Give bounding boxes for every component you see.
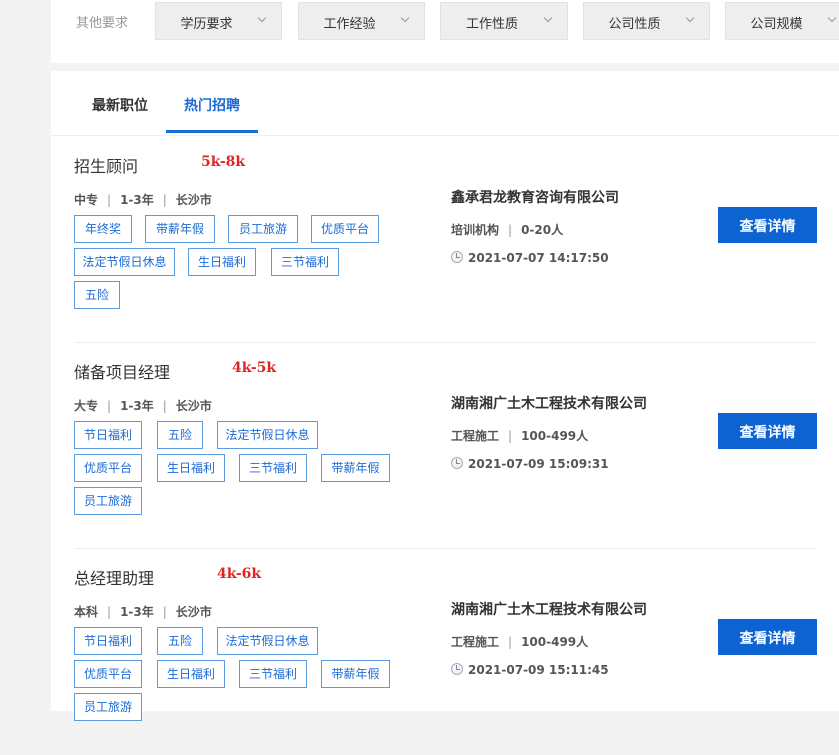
job-city: 长沙市 [175, 605, 212, 619]
view-details-button[interactable]: 查看详情 [718, 619, 817, 655]
dropdown-label: 公司规模 [750, 17, 803, 32]
company-name[interactable]: 鑫承君龙教育咨询有限公司 [451, 187, 619, 207]
benefit-tag: 三节福利 [239, 454, 307, 482]
job-item: 总经理助理 4k-6k 本科 | 1-3年 | 长沙市 节日福利 五险 法定节假日休息 … [51, 549, 839, 755]
company-industry: 培训机构 [451, 223, 500, 237]
chevron-down-icon [543, 13, 553, 23]
dropdown-label: 公司性质 [608, 17, 661, 32]
benefit-tag: 带薪年假 [321, 660, 390, 688]
tab-bar: 最新职位 热门招聘 [51, 71, 839, 136]
benefit-tag: 法定节假日休息 [74, 248, 175, 276]
company-meta: 工程施工 | 100-499人 [451, 635, 589, 649]
benefit-tag: 生日福利 [157, 454, 225, 482]
benefit-tag: 优质平台 [74, 454, 142, 482]
filter-bar: 其他要求 学历要求 工作经验 工作性质 公司性质 公司规模 [51, 0, 839, 63]
benefit-tag: 员工旅游 [74, 487, 142, 515]
company-name[interactable]: 湖南湘广土木工程技术有限公司 [451, 393, 647, 413]
job-salary: 5k-8k [201, 154, 246, 170]
benefit-tag: 五险 [74, 281, 120, 309]
job-salary: 4k-5k [232, 360, 277, 376]
job-title[interactable]: 储备项目经理 [74, 359, 170, 383]
benefit-tag: 优质平台 [74, 660, 142, 688]
company-size: 0-20人 [521, 223, 564, 237]
job-item: 储备项目经理 4k-5k 大专 | 1-3年 | 长沙市 节日福利 五险 法定节假日休息… [51, 343, 839, 549]
company-size: 100-499人 [521, 635, 589, 649]
job-education: 大专 [74, 399, 99, 413]
job-city: 长沙市 [175, 399, 212, 413]
job-experience: 1-3年 [120, 605, 154, 619]
benefit-tag: 三节福利 [239, 660, 307, 688]
benefit-tag: 三节福利 [271, 248, 339, 276]
company-industry: 工程施工 [451, 429, 500, 443]
job-title[interactable]: 招生顾问 [74, 153, 138, 177]
chevron-down-icon [827, 13, 837, 23]
job-meta: 本科 | 1-3年 | 长沙市 [74, 605, 212, 619]
benefit-tag: 法定节假日休息 [217, 421, 318, 449]
job-salary: 4k-6k [217, 566, 262, 582]
dropdown-education[interactable]: 学历要求 [155, 2, 282, 40]
chevron-down-icon [685, 13, 695, 23]
view-details-button[interactable]: 查看详情 [718, 413, 817, 449]
benefit-tag: 员工旅游 [74, 693, 142, 721]
benefit-tag: 生日福利 [157, 660, 225, 688]
clock-icon [451, 457, 463, 469]
job-meta: 大专 | 1-3年 | 长沙市 [74, 399, 212, 413]
benefit-tag: 优质平台 [311, 215, 379, 243]
post-time-text: 2021-07-09 15:11:45 [468, 663, 609, 677]
dropdown-job-type[interactable]: 工作性质 [440, 2, 568, 40]
post-time-text: 2021-07-09 15:09:31 [468, 457, 609, 471]
dropdown-experience[interactable]: 工作经验 [298, 2, 425, 40]
tab-hot-jobs[interactable]: 热门招聘 [184, 95, 240, 115]
dropdown-company-size[interactable]: 公司规模 [725, 2, 839, 40]
job-education: 中专 [74, 193, 99, 207]
view-details-button[interactable]: 查看详情 [718, 207, 817, 243]
chevron-down-icon [400, 13, 410, 23]
company-meta: 工程施工 | 100-499人 [451, 429, 589, 443]
benefit-tag: 五险 [157, 421, 203, 449]
benefit-tag: 五险 [157, 627, 203, 655]
benefit-tag: 法定节假日休息 [217, 627, 318, 655]
post-time: 2021-07-09 15:11:45 [451, 663, 609, 677]
job-title[interactable]: 总经理助理 [74, 565, 154, 589]
dropdown-company-type[interactable]: 公司性质 [583, 2, 710, 40]
dropdown-label: 学历要求 [180, 17, 233, 32]
post-time: 2021-07-09 15:09:31 [451, 457, 609, 471]
company-size: 100-499人 [521, 429, 589, 443]
job-item: 招生顾问 5k-8k 中专 | 1-3年 | 长沙市 年终奖 带薪年假 员工旅游 优质平… [51, 137, 839, 343]
post-time: 2021-07-07 14:17:50 [451, 251, 609, 265]
job-list-panel: 最新职位 热门招聘 招生顾问 5k-8k 中专 | 1-3年 | 长沙市 年终奖 带薪年… [51, 71, 839, 721]
clock-icon [451, 663, 463, 675]
job-experience: 1-3年 [120, 399, 154, 413]
filter-label: 其他要求 [76, 16, 129, 31]
benefit-tag: 年终奖 [74, 215, 132, 243]
benefit-tag: 节日福利 [74, 421, 142, 449]
tab-latest-jobs[interactable]: 最新职位 [92, 95, 148, 115]
benefit-tag: 员工旅游 [228, 215, 298, 243]
dropdown-label: 工作经验 [323, 17, 376, 32]
post-time-text: 2021-07-07 14:17:50 [468, 251, 609, 265]
benefit-tag: 带薪年假 [321, 454, 390, 482]
company-name[interactable]: 湖南湘广土木工程技术有限公司 [451, 599, 647, 619]
clock-icon [451, 251, 463, 263]
dropdown-label: 工作性质 [465, 17, 518, 32]
company-industry: 工程施工 [451, 635, 500, 649]
job-meta: 中专 | 1-3年 | 长沙市 [74, 193, 212, 207]
job-city: 长沙市 [175, 193, 212, 207]
active-tab-indicator [166, 130, 258, 133]
company-meta: 培训机构 | 0-20人 [451, 223, 564, 237]
job-education: 本科 [74, 605, 99, 619]
benefit-tag: 带薪年假 [145, 215, 215, 243]
job-experience: 1-3年 [120, 193, 154, 207]
chevron-down-icon [257, 13, 267, 23]
benefit-tag: 节日福利 [74, 627, 142, 655]
benefit-tag: 生日福利 [188, 248, 256, 276]
